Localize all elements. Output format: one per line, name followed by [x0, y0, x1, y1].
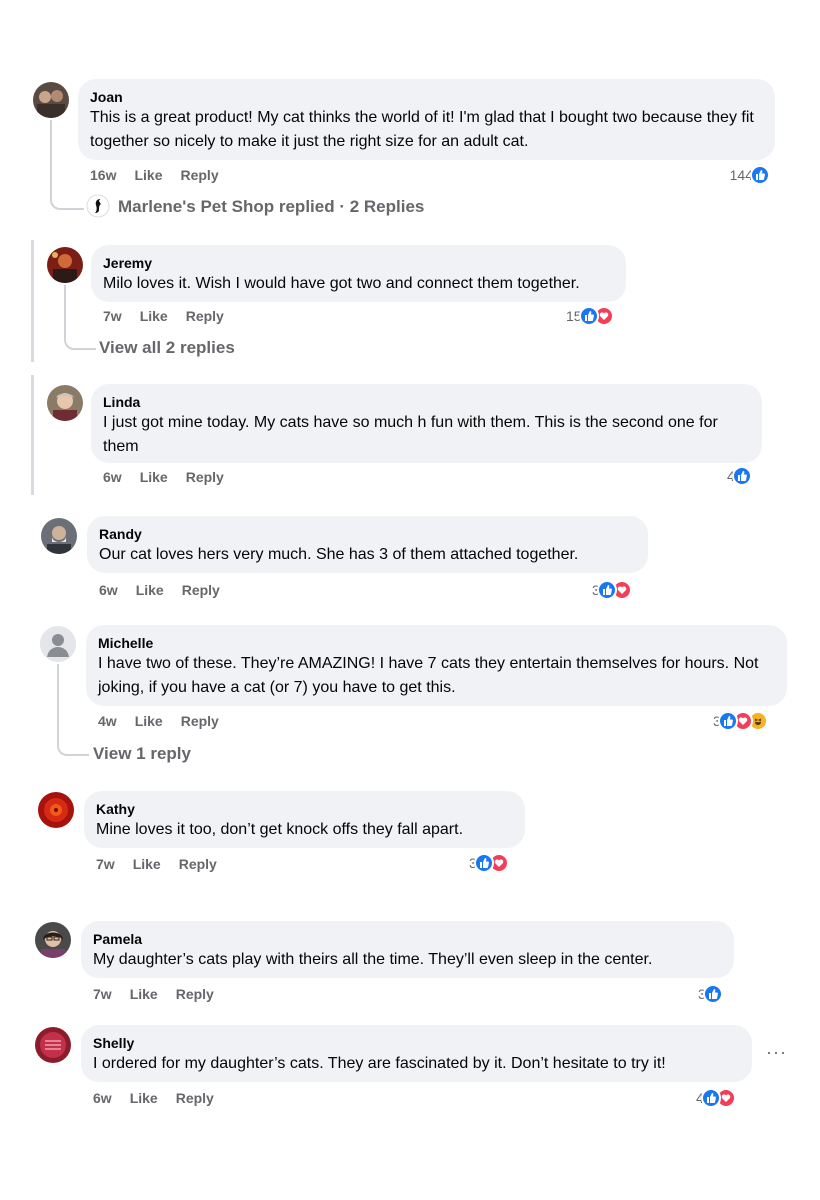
reply-button[interactable]: Reply	[186, 308, 224, 324]
view-replies-link[interactable]: Marlene's Pet Shop replied · 2 Replies	[118, 197, 424, 217]
comment-text: I just got mine today. My cats have so m…	[103, 414, 718, 455]
thread-connector	[64, 285, 96, 350]
reply-button[interactable]: Reply	[176, 1090, 214, 1106]
comment-actions: 7w Like Reply	[103, 308, 242, 324]
comment-actions: 6w Like Reply	[93, 1090, 232, 1106]
reaction-summary[interactable]: 3	[469, 853, 509, 873]
commenter-name[interactable]: Joan	[90, 88, 763, 106]
thumbs-up-icon	[596, 580, 617, 600]
comment-bubble: Pamela My daughter’s cats play with thei…	[81, 921, 734, 978]
reply-button[interactable]: Reply	[179, 856, 217, 872]
shop-logo-icon[interactable]	[86, 194, 110, 218]
reaction-summary[interactable]: 3	[698, 984, 723, 1004]
comment-text: Our cat loves hers very much. She has 3 …	[99, 546, 579, 563]
reaction-summary[interactable]: 3	[592, 580, 632, 600]
view-replies-link[interactable]: View all 2 replies	[99, 338, 235, 358]
thumbs-up-icon	[578, 306, 599, 326]
avatar[interactable]	[47, 385, 83, 421]
commenter-name[interactable]: Kathy	[96, 800, 513, 818]
comment-time[interactable]: 7w	[93, 986, 112, 1002]
like-button[interactable]: Like	[134, 167, 162, 183]
thumbs-up-icon	[731, 466, 752, 486]
reaction-summary[interactable]: 144	[730, 165, 770, 185]
view-replies-link[interactable]: View 1 reply	[93, 744, 191, 764]
default-avatar-icon[interactable]	[40, 626, 76, 662]
comment-time[interactable]: 7w	[103, 308, 122, 324]
comment-time[interactable]: 4w	[98, 713, 117, 729]
comment-bubble: Michelle I have two of these. They’re AM…	[86, 625, 787, 706]
reply-button[interactable]: Reply	[182, 582, 220, 598]
comment-bubble: Kathy Mine loves it too, don’t get knock…	[84, 791, 525, 848]
like-button[interactable]: Like	[130, 1090, 158, 1106]
comment-text: I ordered for my daughter’s cats. They a…	[93, 1055, 666, 1072]
comment-bubble: Linda I just got mine today. My cats hav…	[91, 384, 762, 463]
more-options-icon[interactable]: ···	[766, 1042, 787, 1063]
comment-text: This is a great product! My cat thinks t…	[90, 109, 754, 150]
like-button[interactable]: Like	[140, 469, 168, 485]
reply-button[interactable]: Reply	[176, 986, 214, 1002]
like-button[interactable]: Like	[136, 582, 164, 598]
like-button[interactable]: Like	[130, 986, 158, 1002]
reply-button[interactable]: Reply	[181, 713, 219, 729]
avatar[interactable]	[33, 82, 69, 118]
avatar[interactable]	[35, 922, 71, 958]
reply-button[interactable]: Reply	[186, 469, 224, 485]
thread-indicator	[31, 240, 34, 362]
comment-time[interactable]: 6w	[99, 582, 118, 598]
thumbs-up-icon	[750, 165, 770, 185]
comment-text: I have two of these. They’re AMAZING! I …	[98, 655, 759, 696]
commenter-name[interactable]: Jeremy	[103, 254, 614, 272]
comment-bubble: Joan This is a great product! My cat thi…	[78, 79, 775, 160]
avatar[interactable]	[38, 792, 74, 828]
thumbs-up-icon	[717, 711, 738, 731]
like-button[interactable]: Like	[140, 308, 168, 324]
reaction-summary[interactable]: 3	[713, 711, 768, 731]
reaction-summary[interactable]: 15	[566, 306, 614, 326]
commenter-name[interactable]: Pamela	[93, 930, 722, 948]
comment-actions: 4w Like Reply	[98, 713, 237, 729]
comment-actions: 7w Like Reply	[93, 986, 232, 1002]
like-button[interactable]: Like	[133, 856, 161, 872]
thread-indicator	[31, 375, 34, 495]
comment-bubble: Shelly I ordered for my daughter’s cats.…	[81, 1025, 752, 1082]
comment-bubble: Jeremy Milo loves it. Wish I would have …	[91, 245, 626, 302]
commenter-name[interactable]: Michelle	[98, 634, 775, 652]
commenter-name[interactable]: Linda	[103, 393, 750, 411]
avatar[interactable]	[47, 247, 83, 283]
avatar[interactable]	[41, 518, 77, 554]
commenter-name[interactable]: Randy	[99, 525, 636, 543]
comment-actions: 6w Like Reply	[103, 469, 242, 485]
comment-text: Milo loves it. Wish I would have got two…	[103, 275, 580, 292]
comment-bubble: Randy Our cat loves hers very much. She …	[87, 516, 648, 573]
commenter-name[interactable]: Shelly	[93, 1034, 740, 1052]
comment-actions: 16w Like Reply	[90, 167, 237, 183]
comment-time[interactable]: 7w	[96, 856, 115, 872]
comment-text: My daughter’s cats play with theirs all …	[93, 951, 653, 968]
reply-button[interactable]: Reply	[180, 167, 218, 183]
avatar[interactable]	[35, 1027, 71, 1063]
like-button[interactable]: Like	[135, 713, 163, 729]
thread-connector	[57, 664, 89, 756]
comment-time[interactable]: 6w	[93, 1090, 112, 1106]
reaction-summary[interactable]: 4	[696, 1088, 736, 1108]
thumbs-up-icon	[700, 1088, 721, 1108]
comment-actions: 6w Like Reply	[99, 582, 238, 598]
thumbs-up-icon	[473, 853, 494, 873]
comment-time[interactable]: 16w	[90, 167, 116, 183]
thumbs-up-icon	[702, 984, 723, 1004]
comment-time[interactable]: 6w	[103, 469, 122, 485]
reaction-summary[interactable]: 4	[727, 466, 752, 486]
comment-actions: 7w Like Reply	[96, 856, 235, 872]
comment-text: Mine loves it too, don’t get knock offs …	[96, 821, 464, 838]
